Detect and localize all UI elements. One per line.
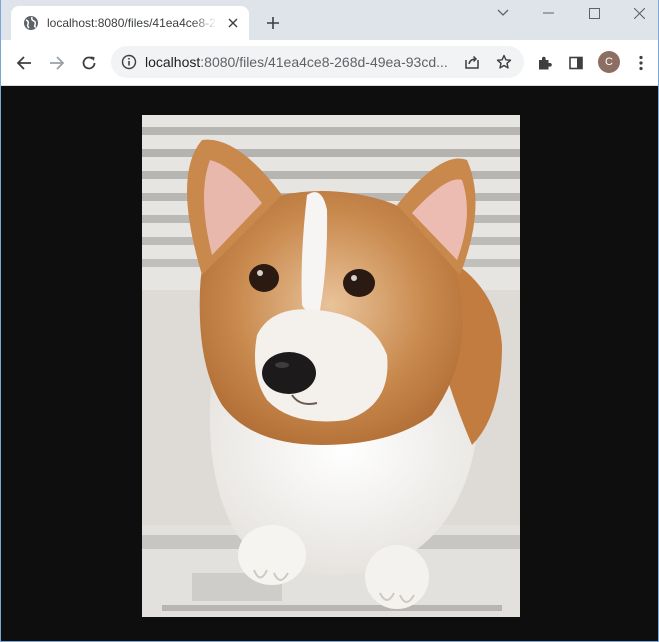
url-path: :8080/files/41ea4ce8-268d-49ea-93cd... — [200, 54, 448, 70]
reload-icon — [81, 55, 97, 71]
tab-strip: localhost:8080/files/41ea4ce8-268d-49ea-… — [1, 0, 658, 40]
arrow-left-icon — [16, 55, 32, 71]
minimize-icon — [542, 12, 554, 14]
url-text[interactable]: localhost:8080/files/41ea4ce8-268d-49ea-… — [145, 54, 463, 70]
url-host: localhost — [145, 54, 201, 70]
info-icon[interactable] — [121, 54, 137, 70]
address-bar[interactable]: localhost:8080/files/41ea4ce8-268d-49ea-… — [111, 46, 524, 78]
share-icon[interactable] — [463, 53, 481, 71]
chevron-down-icon — [497, 9, 509, 17]
kebab-menu-icon — [639, 55, 643, 71]
side-panel-icon — [568, 55, 584, 71]
arrow-right-icon — [49, 55, 65, 71]
plus-icon — [266, 16, 280, 30]
side-panel-button[interactable] — [563, 50, 589, 76]
star-icon[interactable] — [495, 53, 513, 71]
puzzle-icon — [537, 55, 553, 71]
back-button[interactable] — [11, 50, 37, 76]
globe-icon — [23, 15, 39, 31]
profile-avatar[interactable]: C — [598, 51, 620, 73]
browser-toolbar: localhost:8080/files/41ea4ce8-268d-49ea-… — [1, 40, 658, 86]
corgi-photo[interactable] — [142, 115, 520, 617]
tab-search-button[interactable] — [481, 0, 525, 26]
reload-button[interactable] — [76, 50, 102, 76]
minimize-button[interactable] — [526, 0, 570, 26]
image-viewer — [1, 87, 658, 641]
forward-button[interactable] — [44, 50, 70, 76]
maximize-button[interactable] — [572, 0, 616, 26]
tab-title: localhost:8080/files/41ea4ce8-268d-49ea-… — [47, 16, 217, 30]
close-window-icon — [633, 7, 645, 19]
browser-window: localhost:8080/files/41ea4ce8-268d-49ea-… — [0, 0, 659, 642]
maximize-icon — [588, 7, 600, 19]
tab-active[interactable]: localhost:8080/files/41ea4ce8-268d-49ea-… — [11, 6, 249, 40]
close-window-button[interactable] — [617, 0, 658, 26]
new-tab-button[interactable] — [263, 13, 283, 33]
close-icon[interactable] — [225, 15, 241, 31]
menu-button[interactable] — [628, 50, 654, 76]
extensions-button[interactable] — [532, 50, 558, 76]
